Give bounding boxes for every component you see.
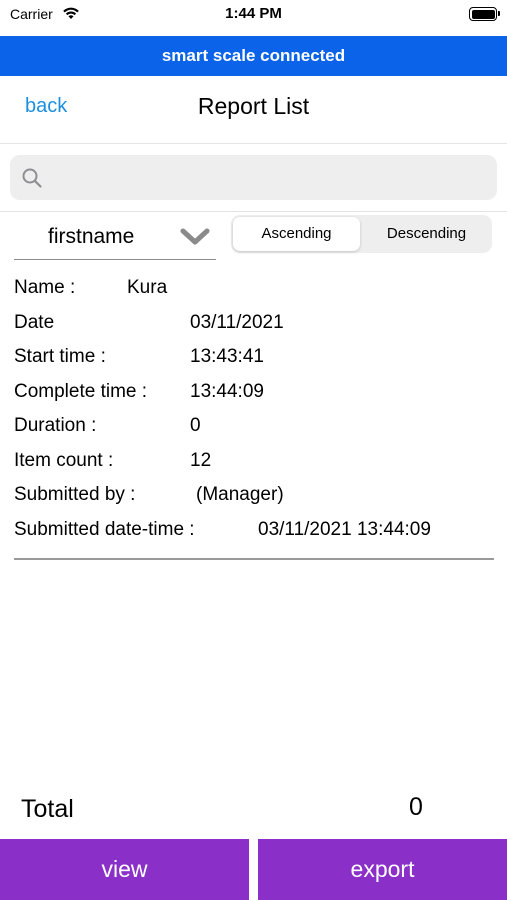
sort-field-dropdown[interactable]: firstname: [14, 218, 216, 260]
name-value: Kura: [127, 277, 168, 298]
navigation-bar: back Report List: [0, 76, 507, 144]
search-input[interactable]: [10, 155, 497, 200]
connection-banner: smart scale connected: [0, 36, 507, 76]
duration-label: Duration :: [14, 415, 97, 436]
ascending-segment[interactable]: Ascending: [233, 217, 360, 251]
sort-field-value: firstname: [48, 225, 135, 248]
name-label: Name :: [14, 277, 76, 298]
total-value: 0: [409, 793, 423, 821]
date-label: Date: [14, 312, 55, 333]
submitted-by-label: Submitted by :: [14, 484, 136, 505]
date-value: 03/11/2021: [190, 312, 284, 333]
list-item[interactable]: Name : Kura Date 03/11/2021 Start time :…: [14, 274, 494, 560]
duration-value: 0: [190, 415, 201, 436]
page-title: Report List: [197, 93, 310, 119]
divider: [0, 211, 507, 212]
submitted-datetime-label: Submitted date-time :: [14, 519, 195, 540]
complete-time-label: Complete time :: [14, 381, 148, 402]
descending-segment[interactable]: Descending: [363, 217, 490, 251]
item-count-value: 12: [190, 450, 212, 471]
submitted-datetime-value: 03/11/2021 13:44:09: [258, 519, 431, 540]
status-bar: Carrier 1:44 PM: [0, 0, 507, 36]
total-label: Total: [21, 795, 74, 823]
chevron-down-icon: [180, 228, 210, 245]
complete-time-value: 13:44:09: [190, 381, 264, 402]
item-count-label: Item count :: [14, 450, 114, 471]
battery-icon: [469, 7, 500, 21]
sort-order-control: Ascending Descending: [231, 215, 492, 253]
export-button[interactable]: export: [258, 839, 507, 900]
clock: 1:44 PM: [225, 5, 282, 22]
start-time-label: Start time :: [14, 346, 106, 367]
view-button[interactable]: view: [0, 839, 249, 900]
start-time-value: 13:43:41: [190, 346, 264, 367]
submitted-by-value: (Manager): [196, 484, 284, 505]
